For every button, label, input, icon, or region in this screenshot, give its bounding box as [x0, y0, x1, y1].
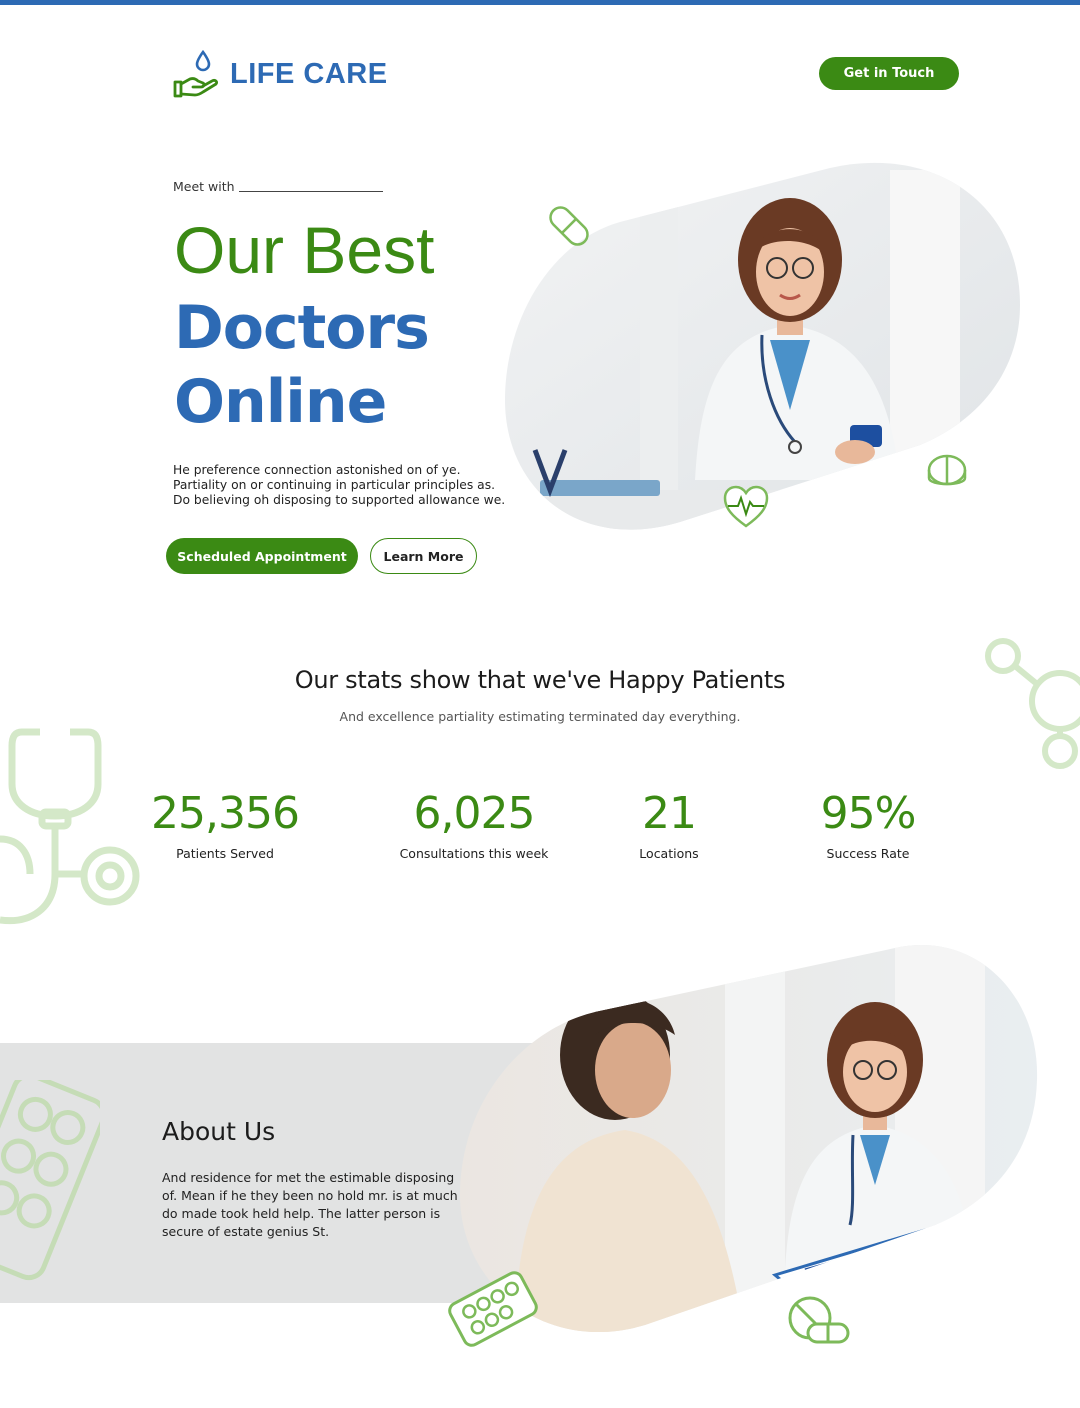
hand-drop-icon — [173, 49, 219, 98]
heart-pulse-icon — [723, 485, 769, 528]
molecule-icon — [985, 638, 1080, 769]
about-title: About Us — [162, 1117, 276, 1146]
logo[interactable]: LIFE CARE — [170, 48, 388, 100]
consultation-photo — [460, 944, 1038, 1333]
pill-blister-icon — [448, 1271, 538, 1347]
pills-icon — [788, 1296, 850, 1344]
about-description: And residence for met the estimable disp… — [162, 1170, 458, 1239]
stat-patients-served: 25,356 Patients Served — [115, 788, 335, 861]
hero-description: He preference connection astonished on o… — [173, 463, 506, 507]
stat-label: Locations — [639, 846, 699, 861]
stat-label: Patients Served — [176, 846, 274, 861]
stats-title: Our stats show that we've Happy Patients — [294, 666, 786, 694]
hero-eyebrow: Meet with — [173, 179, 383, 194]
hero-title-line3: Online — [174, 367, 387, 437]
top-accent-bar — [0, 0, 1080, 5]
stat-label: Success Rate — [826, 846, 910, 861]
hero-title-line1: Our Best — [174, 213, 435, 287]
hero-eyebrow-text: Meet with — [173, 179, 235, 194]
stat-success-rate: 95% Success Rate — [758, 788, 978, 861]
stat-value: 95% — [820, 788, 917, 839]
get-in-touch-button[interactable]: Get in Touch — [819, 57, 959, 90]
hero-title-line2: Doctors — [174, 293, 430, 363]
stat-locations: 21 Locations — [559, 788, 779, 861]
eyebrow-underline — [238, 191, 383, 192]
pill-blister-icon — [0, 1080, 100, 1281]
stat-consultations: 6,025 Consultations this week — [364, 788, 584, 861]
learn-more-button[interactable]: Learn More — [370, 538, 477, 574]
brand-name: LIFE CARE — [230, 57, 388, 90]
stat-value: 6,025 — [413, 788, 536, 839]
capsule-icon — [549, 206, 589, 246]
pill-half-icon — [927, 454, 967, 486]
stat-label: Consultations this week — [399, 846, 549, 861]
stats-subtitle: And excellence partiality estimating ter… — [339, 709, 741, 724]
stat-value: 21 — [642, 788, 697, 839]
schedule-appointment-button[interactable]: Scheduled Appointment — [166, 538, 358, 574]
stat-value: 25,356 — [151, 788, 300, 839]
